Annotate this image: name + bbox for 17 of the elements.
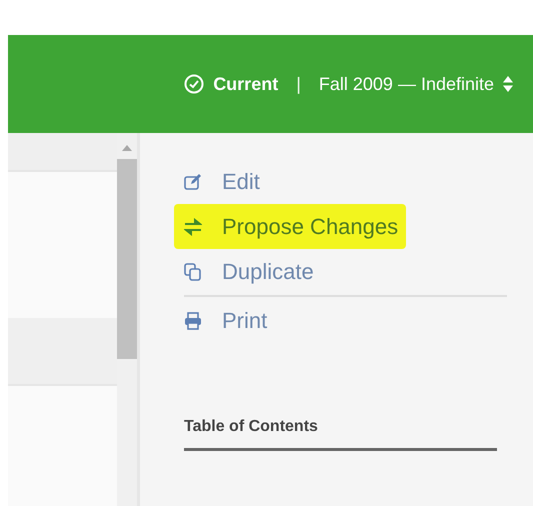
printer-icon — [184, 312, 202, 330]
sort-icon — [503, 76, 513, 92]
action-link[interactable]: Edit — [174, 159, 268, 204]
status-label: Current — [213, 74, 278, 94]
scroll-up-icon[interactable] — [122, 145, 132, 151]
section-heading: Table of Contents — [184, 418, 497, 451]
duplicate-icon — [184, 262, 202, 280]
highlighted-action-link[interactable]: Propose Changes — [174, 204, 406, 249]
swap-arrows-icon — [184, 218, 202, 236]
action-link[interactable]: Duplicate — [174, 249, 322, 294]
action-link[interactable]: Print — [174, 298, 276, 343]
term-selector[interactable]: Fall 2009 — Indefinite — [318, 74, 513, 94]
check-circle-icon — [184, 74, 204, 94]
divider-mark: | — [295, 74, 302, 94]
scrollbar-thumb[interactable] — [117, 159, 137, 359]
scrollbar[interactable] — [117, 133, 140, 506]
edit-icon — [184, 172, 202, 190]
